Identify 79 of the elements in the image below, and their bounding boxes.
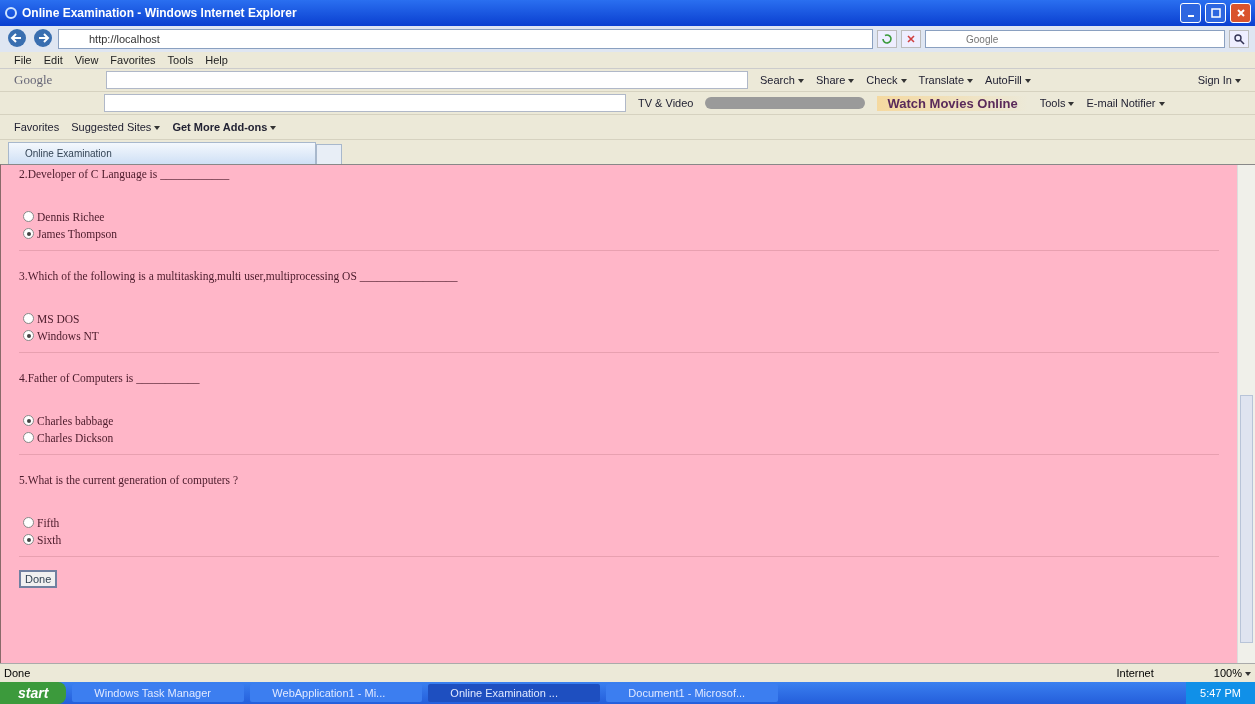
menu-item[interactable]: Favorites xyxy=(110,54,156,66)
caret-icon xyxy=(154,126,161,131)
option-label: Sixth xyxy=(37,533,62,546)
stop-button[interactable] xyxy=(901,30,921,48)
scrollbar[interactable] xyxy=(1237,165,1255,663)
toolbar-button[interactable]: Share xyxy=(815,74,855,86)
option-label: James Thompson xyxy=(37,227,117,240)
favorites-link[interactable]: Suggested Sites xyxy=(71,121,161,133)
toolbar-button[interactable]: Tools xyxy=(1039,97,1075,109)
maximize-icon xyxy=(1210,8,1221,18)
toolbar-button[interactable]: Search xyxy=(760,74,804,86)
minimize-button[interactable] xyxy=(1180,3,1201,23)
toolbar-button[interactable]: Check xyxy=(866,74,907,86)
search-button[interactable] xyxy=(1229,30,1249,48)
window-title: Online Examination - Windows Internet Explorer xyxy=(22,6,297,20)
option-label: Fifth xyxy=(37,516,60,529)
caret-icon xyxy=(270,126,277,131)
refresh-icon xyxy=(881,33,893,45)
menu-item[interactable]: Tools xyxy=(167,54,194,66)
menu-item[interactable]: Help xyxy=(205,54,228,66)
menu-item[interactable]: Edit xyxy=(43,54,63,66)
caret-icon xyxy=(797,79,804,84)
search-icon xyxy=(1233,33,1245,45)
toolbar-search-field[interactable] xyxy=(106,71,748,89)
radio-button[interactable] xyxy=(23,330,34,341)
done-button[interactable]: Done xyxy=(19,570,58,588)
browser-icon xyxy=(4,6,18,20)
status-text: Done xyxy=(4,667,31,679)
caret-icon xyxy=(1068,102,1075,107)
close-icon xyxy=(1235,8,1246,18)
security-zone: Internet xyxy=(1115,667,1154,679)
sign-in-button[interactable]: Sign In xyxy=(1197,74,1241,86)
option-label: Windows NT xyxy=(37,329,99,342)
browser-tab[interactable]: Online Examination xyxy=(8,142,316,164)
caret-icon xyxy=(1245,672,1251,677)
radio-button[interactable] xyxy=(23,432,34,443)
back-button[interactable] xyxy=(6,28,28,50)
maximize-button[interactable] xyxy=(1205,3,1226,23)
toolbar-button[interactable]: AutoFill xyxy=(985,74,1031,86)
caret-icon xyxy=(848,79,855,84)
minimize-icon xyxy=(1187,15,1194,17)
radio-button[interactable] xyxy=(23,517,34,528)
toolbar-button[interactable]: TV & Video xyxy=(638,97,694,109)
option-label: Charles Dickson xyxy=(37,431,114,444)
caret-icon xyxy=(900,79,907,84)
question-text: 2.Developer of C Language is ____________ xyxy=(19,167,231,183)
menu-item[interactable]: File xyxy=(14,54,32,66)
caret-icon xyxy=(967,79,974,84)
radio-button[interactable] xyxy=(23,415,34,426)
option-label: Charles babbage xyxy=(37,414,114,427)
caret-icon xyxy=(1158,102,1165,107)
stop-icon xyxy=(905,33,917,45)
address-field[interactable]: http://localhost xyxy=(58,29,873,49)
refresh-button[interactable] xyxy=(877,30,897,48)
radio-button[interactable] xyxy=(23,534,34,545)
toolbar-button[interactable]: E-mail Notifier xyxy=(1086,97,1165,109)
radio-button[interactable] xyxy=(23,228,34,239)
radio-button[interactable] xyxy=(23,211,34,222)
favorites-link[interactable]: Get More Add-ons xyxy=(172,121,277,133)
google-logo: Google xyxy=(14,72,54,88)
option-label: MS DOS xyxy=(37,312,80,325)
question-text: 4.Father of Computers is ___________ xyxy=(19,371,201,387)
caret-icon xyxy=(1235,79,1241,84)
toolbar-button[interactable]: Translate xyxy=(918,74,974,86)
search-field[interactable]: Google xyxy=(925,30,1225,48)
close-button[interactable] xyxy=(1230,3,1251,23)
question-text: 5.What is the current generation of computers ? xyxy=(19,473,240,489)
caret-icon xyxy=(1024,79,1031,84)
option-label: Dennis Richee xyxy=(37,210,105,223)
taskbar-button[interactable]: Online Examination ... xyxy=(428,684,601,702)
zoom-level[interactable]: 100% xyxy=(1213,667,1251,679)
menu-item[interactable]: View xyxy=(74,54,99,66)
forward-button[interactable] xyxy=(32,28,54,50)
system-tray-clock: 5:47 PM xyxy=(1186,682,1255,704)
question-text: 3.Which of the following is a multitasking,multi user,multiprocessing OS _________________ xyxy=(19,269,459,285)
radio-button[interactable] xyxy=(23,313,34,324)
start-button[interactable]: start xyxy=(0,682,67,704)
toolbar-search-field[interactable] xyxy=(104,94,626,112)
favorites-button[interactable]: Favorites xyxy=(14,121,60,133)
